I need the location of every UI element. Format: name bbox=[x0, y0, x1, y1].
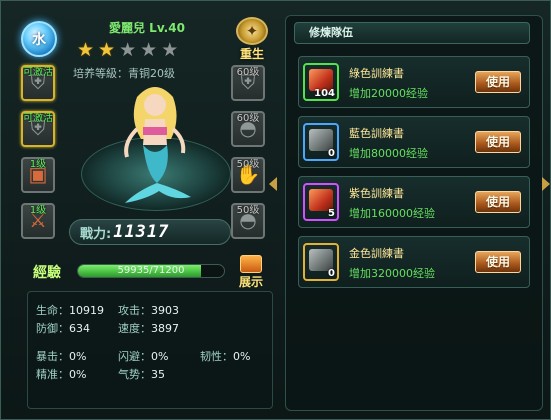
stat-crit: 暴击：0% bbox=[36, 348, 86, 364]
book-count: 104 bbox=[314, 88, 335, 99]
stat-hp: 生命：10919 bbox=[36, 302, 104, 318]
slot-tag: 1级 bbox=[29, 159, 47, 170]
exp-progress-bar: 59935/71200 bbox=[77, 264, 225, 278]
book-desc: 增加20000经验 bbox=[349, 87, 428, 100]
equip-slot-left-4[interactable]: ⚔ 1级 bbox=[21, 203, 55, 239]
slot-tag: 可激活 bbox=[23, 113, 53, 124]
stat-key: 速度： bbox=[118, 322, 151, 335]
stat-spd: 速度：3897 bbox=[118, 320, 179, 336]
stat-value: 35 bbox=[151, 368, 165, 381]
use-button[interactable]: 使用 bbox=[475, 71, 521, 93]
stat-def: 防御：634 bbox=[36, 320, 90, 336]
mermaid-hero-portrait bbox=[124, 87, 191, 203]
training-book-green: 104 綠色訓練書 增加20000经验 使用 bbox=[298, 56, 530, 108]
slot-tag: 1级 bbox=[29, 205, 47, 216]
stat-value: 0% bbox=[69, 368, 87, 381]
book-name: 藍色訓練書 bbox=[349, 127, 404, 140]
training-book-purple: 5 紫色訓練書 增加160000经验 使用 bbox=[298, 176, 530, 228]
hero-panel: 水 愛麗兒 Lv.40 ★ ★ ★ ★ ★ 培养等級：青铜20级 ✦ 重生 ⛨ 可激活 … bbox=[7, 7, 273, 415]
book-name: 紫色訓練書 bbox=[349, 187, 404, 200]
stat-dodge: 闪避：0% bbox=[118, 348, 168, 364]
stat-tough: 韧性：0% bbox=[200, 348, 250, 364]
stat-acc: 精准：0% bbox=[36, 366, 86, 382]
star-filled-icon: ★ bbox=[98, 39, 116, 61]
show-button[interactable]: 展示 bbox=[233, 255, 269, 290]
star-filled-icon: ★ bbox=[77, 39, 95, 61]
equip-slot-left-2[interactable]: ⛨ 可激活 bbox=[21, 111, 55, 147]
book-desc: 增加320000经验 bbox=[349, 267, 435, 280]
hero-training-window: 水 愛麗兒 Lv.40 ★ ★ ★ ★ ★ 培养等級：青铜20级 ✦ 重生 ⛨ 可激活 … bbox=[0, 0, 551, 420]
book-name: 金色訓練書 bbox=[349, 247, 404, 260]
exp-label: 經驗 bbox=[33, 265, 61, 281]
stat-value: 10919 bbox=[69, 304, 104, 317]
use-button[interactable]: 使用 bbox=[475, 251, 521, 273]
stat-key: 气势： bbox=[118, 368, 151, 381]
slot-tag: 60级 bbox=[236, 67, 260, 78]
slot-tag: 50级 bbox=[236, 159, 260, 170]
rebirth-emblem-icon: ✦ bbox=[236, 17, 268, 45]
stat-key: 闪避： bbox=[118, 350, 151, 363]
exp-progress-text: 59935/71200 bbox=[117, 265, 185, 276]
training-panel-title: 修煉隊伍 bbox=[294, 22, 530, 44]
slot-tag: 50级 bbox=[236, 205, 260, 216]
equip-slot-left-3[interactable]: ▣ 1级 bbox=[21, 157, 55, 193]
book-count: 0 bbox=[328, 268, 335, 279]
equip-slot-right-2[interactable]: ◓ 60级 bbox=[231, 111, 265, 147]
slot-tag: 可激活 bbox=[23, 67, 53, 78]
megaphone-icon bbox=[240, 255, 262, 273]
rebirth-button[interactable]: ✦ 重生 bbox=[229, 17, 275, 65]
stat-key: 生命： bbox=[36, 304, 69, 317]
book-desc: 增加80000经验 bbox=[349, 147, 428, 160]
rebirth-label: 重生 bbox=[239, 47, 264, 61]
book-count: 5 bbox=[328, 208, 335, 219]
star-empty-icon: ★ bbox=[161, 39, 179, 61]
attribute-panel: 生命：10919 攻击：3903 防御：634 速度：3897 暴击：0% 闪避… bbox=[27, 291, 273, 409]
slot-tag: 60级 bbox=[236, 113, 260, 124]
book-icon: 5 bbox=[303, 183, 339, 221]
stat-value: 0% bbox=[151, 350, 169, 363]
book-count: 0 bbox=[328, 148, 335, 159]
equip-slot-right-3[interactable]: ✋ 50级 bbox=[231, 157, 265, 193]
stat-value: 0% bbox=[69, 350, 87, 363]
use-button[interactable]: 使用 bbox=[475, 191, 521, 213]
equip-slot-left-1[interactable]: ⛨ 可激活 bbox=[21, 65, 55, 101]
stat-atk: 攻击：3903 bbox=[118, 302, 179, 318]
book-icon: 104 bbox=[303, 63, 339, 101]
star-empty-icon: ★ bbox=[119, 39, 137, 61]
star-empty-icon: ★ bbox=[140, 39, 158, 61]
training-book-blue: 0 藍色訓練書 增加80000经验 使用 bbox=[298, 116, 530, 168]
use-button[interactable]: 使用 bbox=[475, 131, 521, 153]
hero-name: 愛麗兒 Lv.40 bbox=[109, 21, 185, 35]
book-name: 綠色訓練書 bbox=[349, 67, 404, 80]
stat-key: 精准： bbox=[36, 368, 69, 381]
water-element-icon: 水 bbox=[21, 21, 57, 57]
equip-slot-right-4[interactable]: ◓ 50级 bbox=[231, 203, 265, 239]
stat-value: 634 bbox=[69, 322, 90, 335]
book-icon: 0 bbox=[303, 123, 339, 161]
stat-value: 3897 bbox=[151, 322, 179, 335]
stat-key: 攻击： bbox=[118, 304, 151, 317]
show-label: 展示 bbox=[238, 275, 263, 289]
combat-power-value: 11317 bbox=[113, 222, 170, 242]
stat-key: 防御： bbox=[36, 322, 69, 335]
training-book-gold: 0 金色訓練書 增加320000经验 使用 bbox=[298, 236, 530, 288]
arrow-right-icon[interactable] bbox=[542, 177, 550, 191]
stat-mom: 气势：35 bbox=[118, 366, 165, 382]
training-panel: 修煉隊伍 104 綠色訓練書 增加20000经验 使用 0 藍色訓練書 增加80… bbox=[285, 15, 543, 411]
star-rating: ★ ★ ★ ★ ★ bbox=[77, 41, 178, 60]
combat-power: 戰力: 11317 bbox=[69, 219, 231, 245]
book-icon: 0 bbox=[303, 243, 339, 281]
stat-value: 0% bbox=[233, 350, 251, 363]
book-desc: 增加160000经验 bbox=[349, 207, 435, 220]
stat-key: 暴击： bbox=[36, 350, 69, 363]
equip-slot-right-1[interactable]: ⛨ 60级 bbox=[231, 65, 265, 101]
stat-key: 韧性： bbox=[200, 350, 233, 363]
stat-value: 3903 bbox=[151, 304, 179, 317]
combat-power-label: 戰力: bbox=[80, 226, 112, 242]
arrow-left-icon[interactable] bbox=[269, 177, 277, 191]
